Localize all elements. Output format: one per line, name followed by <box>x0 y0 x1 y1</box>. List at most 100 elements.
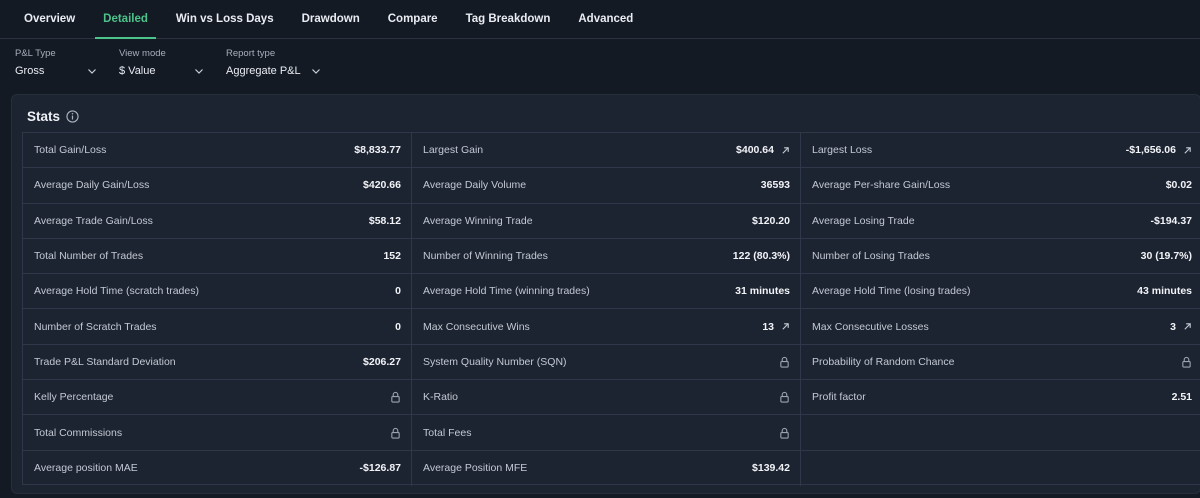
stat-label: Largest Loss <box>812 144 873 157</box>
stat-average-hold-time-losing-trades: Average Hold Time (losing trades) 43 minu… <box>801 274 1200 310</box>
filter-label: View mode <box>119 48 166 59</box>
stat-label: Max Consecutive Losses <box>812 320 929 333</box>
filter-view-mode-select[interactable]: View mode $ Value <box>119 48 204 79</box>
stat-value-text: $400.64 <box>736 144 774 157</box>
stats-grid: Total Gain/Loss $8,833.77 Largest Gain $400… <box>22 132 1200 486</box>
filter-value-row: $ Value <box>119 63 204 79</box>
stat-value: 0 <box>395 321 401 333</box>
stat-value: 31 minutes <box>735 285 790 297</box>
stat-label: Profit factor <box>812 391 866 404</box>
stat-value-text: $0.02 <box>1165 179 1192 192</box>
external-link-icon[interactable] <box>781 146 790 155</box>
stat-label: Average Hold Time (losing trades) <box>812 285 971 298</box>
stat-value: 43 minutes <box>1137 285 1192 297</box>
stat-value-text: $120.20 <box>752 214 790 227</box>
tab-tag-breakdown[interactable]: Tag Breakdown <box>452 0 565 38</box>
stat-label: Total Fees <box>423 426 472 439</box>
stat-value: $8,833.77 <box>354 144 401 156</box>
stat-label: Total Gain/Loss <box>34 144 107 157</box>
filter-report-type-select[interactable]: Report type Aggregate P&L <box>226 48 321 79</box>
stat-value-text: 36593 <box>760 179 790 192</box>
stat-label: Average Position MFE <box>423 462 528 475</box>
stat-trade-p-l-standard-deviation: Trade P&L Standard Deviation $206.27 <box>23 344 412 381</box>
stat-label: Average Trade Gain/Loss <box>34 214 153 227</box>
stat-value-text: $206.27 <box>363 355 401 368</box>
stat-value-text: 0 <box>395 285 401 298</box>
stat-value-text: $420.66 <box>363 179 401 192</box>
stat-empty-cell <box>801 451 1200 486</box>
stat-label: Average Hold Time (scratch trades) <box>34 285 199 298</box>
stat-total-commissions: Total Commissions <box>23 415 412 451</box>
stat-average-losing-trade: Average Losing Trade -$194.37 <box>801 204 1200 239</box>
stat-label: Kelly Percentage <box>34 391 114 404</box>
lock-icon <box>780 356 789 368</box>
stat-number-of-losing-trades: Number of Losing Trades 30 (19.7%) <box>801 239 1200 275</box>
tab-compare[interactable]: Compare <box>374 0 452 38</box>
stat-probability-of-random-chance: Probability of Random Chance <box>801 345 1200 381</box>
stat-max-consecutive-wins: Max Consecutive Wins 13 <box>412 309 801 345</box>
stat-value-text: 2.51 <box>1171 391 1192 404</box>
external-link-icon[interactable] <box>1183 322 1192 331</box>
stat-value-text: 13 <box>762 320 774 333</box>
stat-empty-cell <box>801 415 1200 451</box>
stat-average-winning-trade: Average Winning Trade $120.20 <box>412 203 801 239</box>
stat-label: Average Winning Trade <box>423 214 533 227</box>
stat-label: K-Ratio <box>423 391 459 404</box>
stat-value: 152 <box>383 250 401 262</box>
tab-advanced[interactable]: Advanced <box>564 0 647 38</box>
tab-win-vs-loss-days[interactable]: Win vs Loss Days <box>162 0 288 38</box>
filter-value-row: Gross <box>15 63 97 79</box>
stat-value <box>779 356 790 368</box>
filter-value: Aggregate P&L <box>226 65 301 77</box>
stat-value-text: 43 minutes <box>1137 285 1192 298</box>
report-tabs: Overview Detailed Win vs Loss Days Drawdown… <box>0 0 1200 39</box>
lock-icon <box>391 427 400 439</box>
filter-bar: P&L Type Gross View mode $ Value Report type… <box>15 48 343 79</box>
stat-value <box>390 391 401 403</box>
stat-value-text: $139.42 <box>752 462 790 475</box>
stat-value: 13 <box>762 321 790 333</box>
external-link-icon[interactable] <box>1183 146 1192 155</box>
lock-icon <box>391 392 400 403</box>
stat-average-hold-time-winning-trades: Average Hold Time (winning trades) 31 min… <box>412 274 801 310</box>
stat-label: Average Per-share Gain/Loss <box>812 179 951 192</box>
tab-overview[interactable]: Overview <box>10 0 89 38</box>
stat-label: Total Number of Trades <box>34 250 144 263</box>
tab-detailed[interactable]: Detailed <box>89 0 162 39</box>
stats-title: Stats <box>27 109 79 124</box>
stat-label: Largest Gain <box>423 144 484 157</box>
stat-label: Average Daily Gain/Loss <box>34 179 150 192</box>
stat-number-of-winning-trades: Number of Winning Trades 122 (80.3%) <box>412 238 801 275</box>
external-link-icon[interactable] <box>781 322 790 331</box>
stat-value: $139.42 <box>752 462 790 474</box>
stat-k-ratio: K-Ratio <box>412 380 801 416</box>
filter-label: Report type <box>226 48 276 59</box>
stat-average-trade-gain-loss: Average Trade Gain/Loss $58.12 <box>23 203 412 239</box>
filter-label: P&L Type <box>15 48 56 59</box>
lock-icon <box>780 427 789 439</box>
stat-value-text: $8,833.77 <box>354 144 401 157</box>
stat-label: Trade P&L Standard Deviation <box>34 355 176 368</box>
stat-average-position-mfe: Average Position MFE $139.42 <box>412 450 801 486</box>
info-icon[interactable] <box>66 110 79 123</box>
stat-value: $400.64 <box>736 144 790 156</box>
filter-p-l-type-select[interactable]: P&L Type Gross <box>15 48 97 79</box>
stat-value: -$194.37 <box>1151 215 1192 227</box>
filter-value-row: Aggregate P&L <box>226 63 321 79</box>
stat-average-hold-time-scratch-trades: Average Hold Time (scratch trades) 0 <box>23 274 412 310</box>
stat-value: -$126.87 <box>360 462 401 474</box>
chevron-down-icon <box>195 69 203 74</box>
stat-largest-gain: Largest Gain $400.64 <box>412 133 801 169</box>
stat-value <box>779 391 790 403</box>
lock-icon <box>780 392 789 403</box>
stat-value: $58.12 <box>369 215 401 227</box>
tab-drawdown[interactable]: Drawdown <box>288 0 374 38</box>
stat-value <box>779 427 790 439</box>
lock-icon <box>1182 356 1191 368</box>
stat-largest-loss: Largest Loss -$1,656.06 <box>801 133 1200 169</box>
stat-label: System Quality Number (SQN) <box>423 355 567 368</box>
stat-number-of-scratch-trades: Number of Scratch Trades 0 <box>23 309 412 345</box>
stat-label: Total Commissions <box>34 426 123 439</box>
stat-value-text: 3 <box>1170 320 1176 333</box>
stat-label: Max Consecutive Wins <box>423 320 530 333</box>
